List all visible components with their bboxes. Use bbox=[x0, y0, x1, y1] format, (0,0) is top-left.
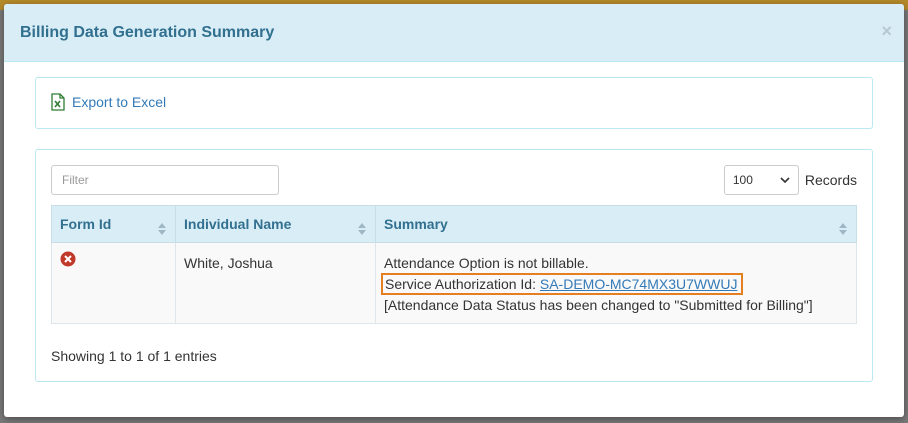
filter-input[interactable] bbox=[51, 165, 279, 195]
error-icon bbox=[60, 251, 76, 267]
service-authorization-link[interactable]: SA-DEMO-MC74MX3U7WWUJ bbox=[540, 276, 738, 292]
sort-icon bbox=[839, 223, 847, 235]
modal-title: Billing Data Generation Summary bbox=[20, 23, 275, 41]
summary-line: Attendance Option is not billable. bbox=[384, 255, 589, 271]
records-control: 100 Records bbox=[723, 165, 857, 195]
sort-icon bbox=[358, 223, 366, 235]
sort-icon bbox=[158, 223, 166, 235]
export-panel: Export to Excel bbox=[35, 77, 873, 129]
billing-summary-modal: Billing Data Generation Summary × Export… bbox=[4, 4, 904, 417]
summary-status-line: [Attendance Data Status has been changed… bbox=[384, 297, 813, 313]
column-header-summary[interactable]: Summary bbox=[375, 205, 857, 243]
page-size-value: 100 bbox=[732, 173, 753, 187]
table-info: Showing 1 to 1 of 1 entries bbox=[51, 348, 217, 364]
table-row: White, Joshua Attendance Option is not b… bbox=[51, 242, 857, 324]
close-button[interactable]: × bbox=[881, 22, 892, 40]
individual-name-cell: White, Joshua bbox=[175, 242, 376, 324]
modal-header: Billing Data Generation Summary × bbox=[4, 4, 904, 62]
results-panel: 100 Records Form Id Individual Na bbox=[35, 149, 873, 382]
excel-file-icon bbox=[51, 93, 65, 111]
page-size-select[interactable]: 100 bbox=[723, 165, 799, 195]
service-authorization-highlight: Service Authorization Id: SA-DEMO-MC74MX… bbox=[381, 273, 744, 295]
service-authorization-label: Service Authorization Id: bbox=[385, 276, 540, 292]
export-to-excel-link[interactable]: Export to Excel bbox=[50, 93, 166, 111]
summary-cell: Attendance Option is not billable. Servi… bbox=[375, 242, 857, 324]
column-header-individual-name[interactable]: Individual Name bbox=[175, 205, 376, 243]
column-header-form-id[interactable]: Form Id bbox=[51, 205, 176, 243]
chevron-down-icon bbox=[780, 177, 790, 184]
form-id-cell bbox=[51, 242, 176, 324]
export-label: Export to Excel bbox=[72, 94, 167, 110]
results-table: Form Id Individual Name Summary White, J… bbox=[51, 205, 857, 324]
records-label: Records bbox=[804, 172, 857, 188]
